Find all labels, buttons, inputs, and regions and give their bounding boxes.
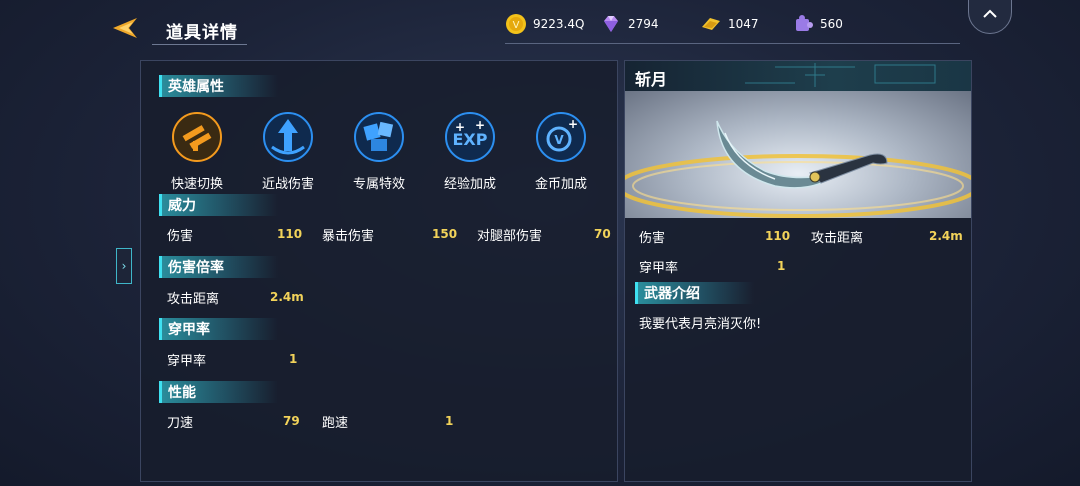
currency-gold[interactable]: V 9223.4Q: [505, 12, 584, 36]
leg-damage-label: 对腿部伤害: [477, 229, 543, 244]
chevron-up-icon: [983, 9, 997, 18]
svg-text:+: +: [475, 118, 485, 132]
cubes-icon: [354, 112, 404, 162]
puzzle-amount: 560: [820, 17, 843, 31]
weapon-swap-icon: [172, 112, 222, 162]
svg-text:V: V: [554, 133, 564, 147]
ability-exp-bonus[interactable]: EXP + + 经验加成: [435, 111, 505, 192]
blade-speed-value: 79: [283, 414, 300, 428]
section-title: 性能: [168, 385, 196, 401]
hero-attributes-panel: 英雄属性 快速切换 近战伤害 专属特效 EXP + + 经验加成 V + 金币加…: [140, 60, 618, 482]
crit-damage-value: 150: [432, 227, 458, 241]
damage-label: 伤害: [167, 229, 194, 244]
circuit-pattern-icon: [745, 63, 936, 87]
weapon-intro-text: 我要代表月亮消灭你!: [639, 317, 762, 332]
ticket-amount: 1047: [728, 17, 759, 31]
run-speed-label: 跑速: [322, 416, 349, 431]
back-button[interactable]: [111, 14, 139, 42]
weapon-range-value: 2.4m: [929, 229, 963, 243]
attack-range-label: 攻击距离: [167, 292, 220, 307]
armor-pierce-label: 穿甲率: [167, 354, 207, 369]
weapon-armor-label: 穿甲率: [639, 261, 679, 276]
section-power: 威力: [159, 194, 278, 216]
weapon-name: 斩月: [635, 70, 668, 89]
page-title: 道具详情: [166, 23, 238, 43]
damage-value: 110: [277, 227, 303, 241]
currency-puzzle[interactable]: 560: [792, 12, 843, 36]
ability-label: 近战伤害: [261, 177, 314, 192]
section-title: 英雄属性: [168, 79, 224, 95]
ability-label: 经验加成: [443, 177, 496, 192]
weapon-range-label: 攻击距离: [811, 231, 864, 246]
ability-label: 快速切换: [170, 177, 223, 192]
leg-damage-value: 70: [594, 227, 611, 241]
diamond-amount: 2794: [628, 17, 659, 31]
back-arrow-icon: [113, 18, 137, 38]
svg-text:+: +: [455, 120, 465, 134]
run-speed-value: 1: [445, 414, 454, 428]
ability-melee-damage[interactable]: 近战伤害: [253, 111, 323, 192]
weapon-damage-label: 伤害: [639, 231, 666, 246]
exp-plus-icon: EXP + +: [445, 112, 495, 162]
ability-quick-switch[interactable]: 快速切换: [162, 111, 232, 192]
section-title: 伤害倍率: [168, 260, 224, 276]
side-expand-tab[interactable]: ›: [116, 248, 132, 284]
blade-speed-label: 刀速: [167, 416, 194, 431]
currency-ticket[interactable]: 1047: [700, 12, 759, 36]
puzzle-piece-icon: [796, 15, 813, 31]
attack-range-value: 2.4m: [270, 290, 304, 304]
weapon-detail-panel: 斩月 伤害 110 攻击距离 2.4m 穿甲率 1 武器介绍 我要代表月亮消灭你…: [624, 60, 972, 482]
svg-text:+: +: [568, 117, 578, 131]
section-title: 穿甲率: [168, 322, 210, 338]
section-title: 武器介绍: [644, 286, 700, 302]
chevron-right-icon: ›: [121, 259, 127, 273]
section-hero-attributes: 英雄属性: [159, 75, 278, 97]
ability-exclusive-effect[interactable]: 专属特效: [344, 111, 414, 192]
section-damage-multiplier: 伤害倍率: [159, 256, 278, 278]
section-performance: 性能: [159, 381, 278, 403]
svg-text:V: V: [513, 20, 520, 31]
section-title: 威力: [168, 198, 196, 214]
title-divider: [152, 44, 247, 45]
currency-divider: [505, 43, 960, 44]
gold-amount: 9223.4Q: [533, 17, 585, 31]
armor-pierce-value: 1: [289, 352, 298, 366]
melee-arrow-icon: [263, 112, 313, 162]
crit-damage-label: 暴击伤害: [322, 229, 375, 244]
gold-ticket-icon: [702, 18, 720, 30]
coin-plus-icon: V +: [536, 112, 586, 162]
ability-label: 专属特效: [352, 177, 405, 192]
section-weapon-intro: 武器介绍: [635, 282, 754, 304]
ability-label: 金币加成: [534, 177, 587, 192]
crescent-blade-icon: [625, 120, 971, 218]
diamond-icon: [604, 16, 618, 32]
weapon-armor-value: 1: [777, 259, 786, 273]
weapon-preview: [625, 91, 971, 218]
section-armor-pierce: 穿甲率: [159, 318, 278, 340]
currency-diamond[interactable]: 2794: [600, 12, 659, 36]
weapon-damage-value: 110: [765, 229, 791, 243]
gold-coin-icon: V: [506, 14, 526, 34]
weapon-header: 斩月: [625, 61, 971, 91]
ability-gold-bonus[interactable]: V + 金币加成: [526, 111, 596, 192]
collapse-button[interactable]: [968, 0, 1012, 34]
